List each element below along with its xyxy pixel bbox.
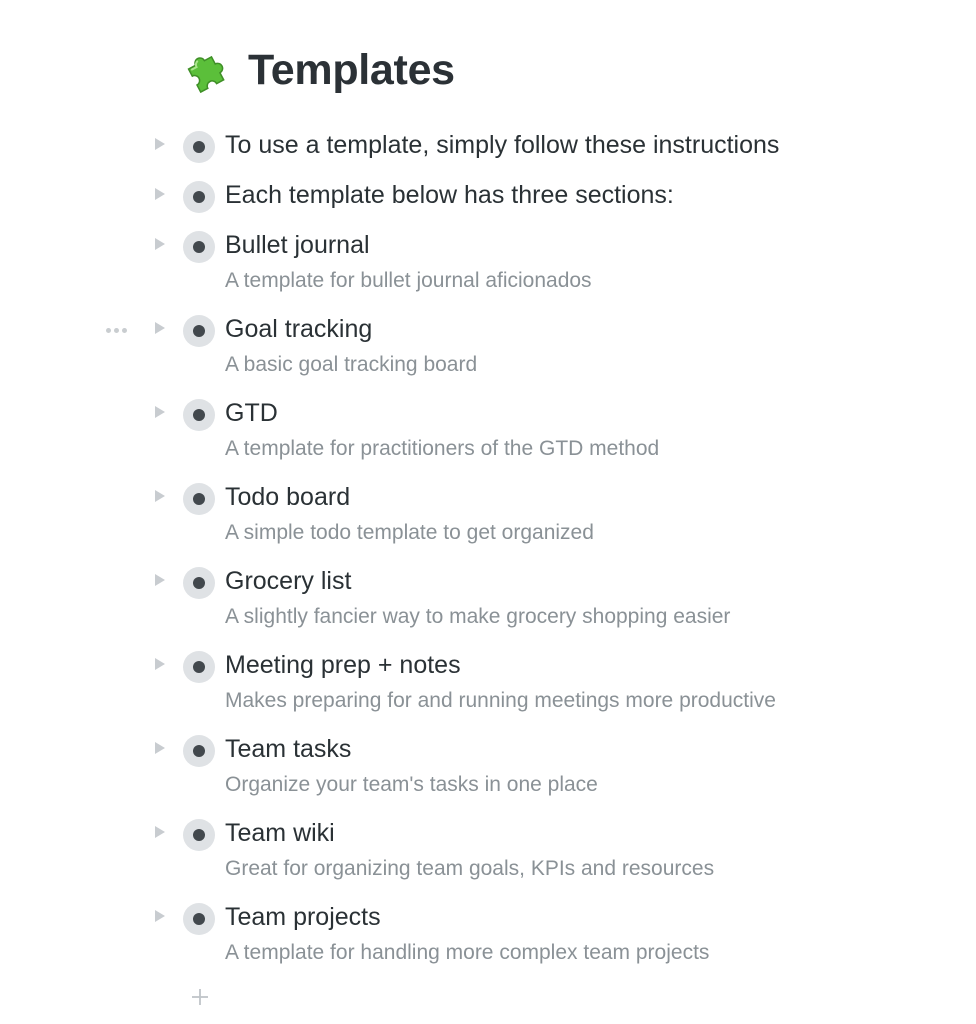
triangle-right-icon[interactable] <box>155 742 165 754</box>
item-description: A template for bullet journal aficionado… <box>225 269 592 292</box>
triangle-right-icon[interactable] <box>155 406 165 418</box>
item-description: A simple todo template to get organized <box>225 521 594 544</box>
bullet-icon[interactable] <box>183 315 215 347</box>
bullet-icon[interactable] <box>183 651 215 683</box>
bullet-icon[interactable] <box>183 903 215 935</box>
item-description: A basic goal tracking board <box>225 353 478 376</box>
item-description: A template for practitioners of the GTD … <box>225 437 660 460</box>
triangle-right-icon[interactable] <box>155 910 165 922</box>
item-title: Team wiki <box>225 819 335 847</box>
bullet-icon[interactable] <box>183 735 215 767</box>
item-title: Todo board <box>225 483 351 511</box>
item-title: Team tasks <box>225 735 352 763</box>
add-item-button[interactable] <box>189 986 211 1008</box>
item-description: A template for handling more complex tea… <box>225 941 710 964</box>
triangle-right-icon[interactable] <box>155 238 165 250</box>
item-description: A slightly fancier way to make grocery s… <box>225 605 731 628</box>
item-description: Great for organizing team goals, KPIs an… <box>225 857 715 880</box>
item-title: Team projects <box>225 903 381 931</box>
item-title: Grocery list <box>225 567 352 595</box>
triangle-right-icon[interactable] <box>155 826 165 838</box>
page-header: Templates <box>178 38 455 102</box>
triangle-right-icon[interactable] <box>155 658 165 670</box>
item-title: Meeting prep + notes <box>225 651 461 679</box>
page-title: Templates <box>248 45 455 94</box>
item-title: Each template below has three sections: <box>225 181 674 209</box>
bullet-icon[interactable] <box>183 819 215 851</box>
triangle-right-icon[interactable] <box>155 574 165 586</box>
item-title: Goal tracking <box>225 315 373 343</box>
bullet-icon[interactable] <box>183 567 215 599</box>
triangle-right-icon[interactable] <box>155 322 165 334</box>
bullet-icon[interactable] <box>183 181 215 213</box>
more-dots-icon[interactable] <box>106 324 138 336</box>
bullet-icon[interactable] <box>183 231 215 263</box>
bullet-icon[interactable] <box>183 483 215 515</box>
item-description: Organize your team's tasks in one place <box>225 773 598 796</box>
bullet-icon[interactable] <box>183 131 215 163</box>
triangle-right-icon[interactable] <box>155 138 165 150</box>
item-title: Bullet journal <box>225 231 370 259</box>
triangle-right-icon[interactable] <box>155 188 165 200</box>
puzzle-piece-icon <box>178 42 234 98</box>
bullet-icon[interactable] <box>183 399 215 431</box>
item-title: To use a template, simply follow these i… <box>225 131 780 159</box>
templates-page: Templates To use a template, simply foll… <box>0 0 976 1024</box>
item-description: Makes preparing for and running meetings… <box>225 689 776 712</box>
triangle-right-icon[interactable] <box>155 490 165 502</box>
item-title: GTD <box>225 399 278 427</box>
plus-icon <box>192 989 208 1005</box>
